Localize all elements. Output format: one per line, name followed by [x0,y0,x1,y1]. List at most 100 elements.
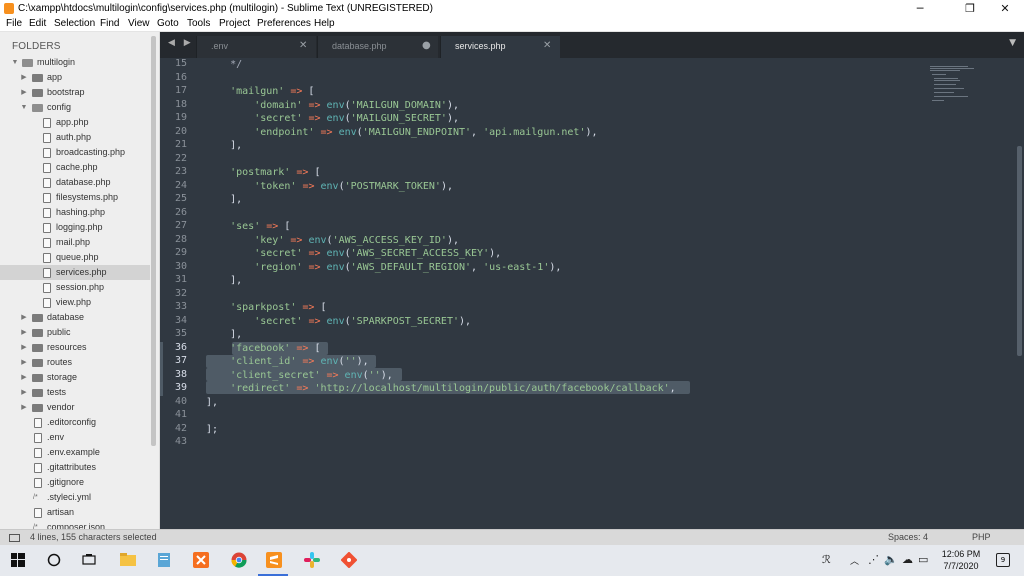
network-icon[interactable]: ⋰ [868,553,879,566]
tree-file-gitignore[interactable]: .gitignore [0,475,150,490]
tree-file-editorconfig[interactable]: .editorconfig [0,415,150,430]
code-line[interactable]: ], [206,193,242,206]
tab-list-dropdown-icon[interactable]: ▼ [1009,38,1016,48]
menu-edit[interactable]: Edit [29,18,46,29]
volume-icon[interactable]: 🔈 [884,553,898,566]
code-line[interactable]: 'key' => env('AWS_ACCESS_KEY_ID'), [206,234,459,247]
minimize-button[interactable]: ─ [903,0,937,17]
menu-selection[interactable]: Selection [54,18,95,29]
menu-goto[interactable]: Goto [157,18,179,29]
code-line[interactable]: 'sparkpost' => [ [206,301,326,314]
tree-file-services-php[interactable]: services.php [0,265,150,280]
tree-file-cache-php[interactable]: cache.php [0,160,150,175]
code-line[interactable]: 'redirect' => 'http://localhost/multilog… [206,382,676,395]
collapse-arrow-icon[interactable]: ▶ [19,385,29,400]
code-line[interactable]: 'ses' => [ [206,220,290,233]
tree-file-broadcasting-php[interactable]: broadcasting.php [0,145,150,160]
start-icon[interactable] [8,550,28,570]
tree-file-artisan[interactable]: artisan [0,505,150,520]
tree-folder-storage[interactable]: ▶ storage [0,370,150,385]
expand-arrow-icon[interactable]: ▼ [10,55,20,70]
collapse-arrow-icon[interactable]: ▶ [19,325,29,340]
slack-icon[interactable] [302,550,322,570]
panel-toggle-icon[interactable] [9,534,20,542]
battery-icon[interactable]: ▭ [918,553,928,566]
tree-folder-bootstrap[interactable]: ▶ bootstrap [0,85,150,100]
tree-file-database-php[interactable]: database.php [0,175,150,190]
collapse-arrow-icon[interactable]: ▶ [19,310,29,325]
tab-services-php[interactable]: services.php ✕ [440,36,560,58]
tree-file-env[interactable]: .env [0,430,150,445]
tree-folder-tests[interactable]: ▶ tests [0,385,150,400]
code-line[interactable]: 'client_id' => env(''), [206,355,369,368]
tree-folder-database[interactable]: ▶ database [0,310,150,325]
tree-file-composer-json[interactable]: /* composer.json [0,520,150,529]
menu-help[interactable]: Help [314,18,335,29]
tree-file-hashing-php[interactable]: hashing.php [0,205,150,220]
code-line[interactable]: ], [206,396,218,409]
taskbar-clock[interactable]: 12:06 PM 7/7/2020 [938,548,984,572]
tree-folder-config[interactable]: ▼ config [0,100,150,115]
menu-project[interactable]: Project [219,18,250,29]
editor-scrollbar[interactable] [1017,146,1022,356]
code-line[interactable]: */ [206,58,242,71]
close-tab-icon[interactable]: ✕ [299,40,307,51]
collapse-arrow-icon[interactable]: ▶ [19,355,29,370]
notification-center-icon[interactable]: 9 [996,553,1010,567]
sidebar-scrollbar[interactable] [151,36,156,446]
code-line[interactable]: ]; [206,423,218,436]
code-line[interactable]: ], [206,274,242,287]
tree-file-env-example[interactable]: .env.example [0,445,150,460]
code-line[interactable]: 'secret' => env('MAILGUN_SECRET'), [206,112,459,125]
tree-file-session-php[interactable]: session.php [0,280,150,295]
tree-file-queue-php[interactable]: queue.php [0,250,150,265]
show-hidden-icons-chevron-icon[interactable]: ︿ [850,554,859,567]
tree-folder-resources[interactable]: ▶ resources [0,340,150,355]
code-line[interactable]: 'client_secret' => env(''), [206,369,393,382]
tab-nav-arrows-icon[interactable]: ◀ ▶ [168,38,194,48]
collapse-arrow-icon[interactable]: ▶ [19,85,29,100]
people-icon[interactable]: ℛ [822,553,831,566]
cortana-icon[interactable] [44,550,64,570]
expand-arrow-icon[interactable]: ▼ [19,100,29,115]
onedrive-cloud-icon[interactable]: ☁ [902,553,913,566]
code-line[interactable]: 'postmark' => [ [206,166,320,179]
menu-find[interactable]: Find [100,18,119,29]
notepad-icon[interactable] [154,550,174,570]
code-line[interactable]: 'region' => env('AWS_DEFAULT_REGION', 'u… [206,261,561,274]
menu-tools[interactable]: Tools [187,18,210,29]
tree-file-filesystems-php[interactable]: filesystems.php [0,190,150,205]
collapse-arrow-icon[interactable]: ▶ [19,400,29,415]
tree-folder-app[interactable]: ▶ app [0,70,150,85]
tree-file-logging-php[interactable]: logging.php [0,220,150,235]
tree-file-styleci-yml[interactable]: /* .styleci.yml [0,490,150,505]
code-editor[interactable]: 15 16 17 18 19 20 21 22 23 24 25 26 27 28 29 30 31 32 33 34… [160,58,1024,529]
chrome-icon[interactable] [229,550,249,570]
close-window-button[interactable]: ✕ [988,0,1022,17]
unsaved-dot-icon[interactable]: ● [422,40,431,51]
sublime-icon[interactable] [264,550,284,570]
menu-file[interactable]: File [6,18,22,29]
close-tab-icon[interactable]: ✕ [543,40,551,51]
code-line[interactable]: ], [206,139,242,152]
menu-preferences[interactable]: Preferences [257,18,311,29]
code-line[interactable]: 'secret' => env('SPARKPOST_SECRET'), [206,315,471,328]
tree-folder-multilogin[interactable]: ▼ multilogin [0,55,150,70]
code-line[interactable]: 'facebook' => [ [206,342,320,355]
indentation-status[interactable]: Spaces: 4 [888,532,928,542]
code-line[interactable]: 'secret' => env('AWS_SECRET_ACCESS_KEY')… [206,247,501,260]
tab-database-php[interactable]: database.php ● [317,36,438,58]
task-view-icon[interactable] [79,550,99,570]
code-line[interactable]: 'endpoint' => env('MAILGUN_ENDPOINT', 'a… [206,126,597,139]
code-line[interactable]: 'token' => env('POSTMARK_TOKEN'), [206,180,453,193]
code-line[interactable]: 'mailgun' => [ [206,85,314,98]
menu-view[interactable]: View [128,18,150,29]
collapse-arrow-icon[interactable]: ▶ [19,340,29,355]
tree-file-app-php[interactable]: app.php [0,115,150,130]
git-icon[interactable] [339,550,359,570]
code-line[interactable]: ], [206,328,242,341]
tree-file-view-php[interactable]: view.php [0,295,150,310]
tree-folder-routes[interactable]: ▶ routes [0,355,150,370]
xampp-icon[interactable] [191,550,211,570]
tree-folder-public[interactable]: ▶ public [0,325,150,340]
